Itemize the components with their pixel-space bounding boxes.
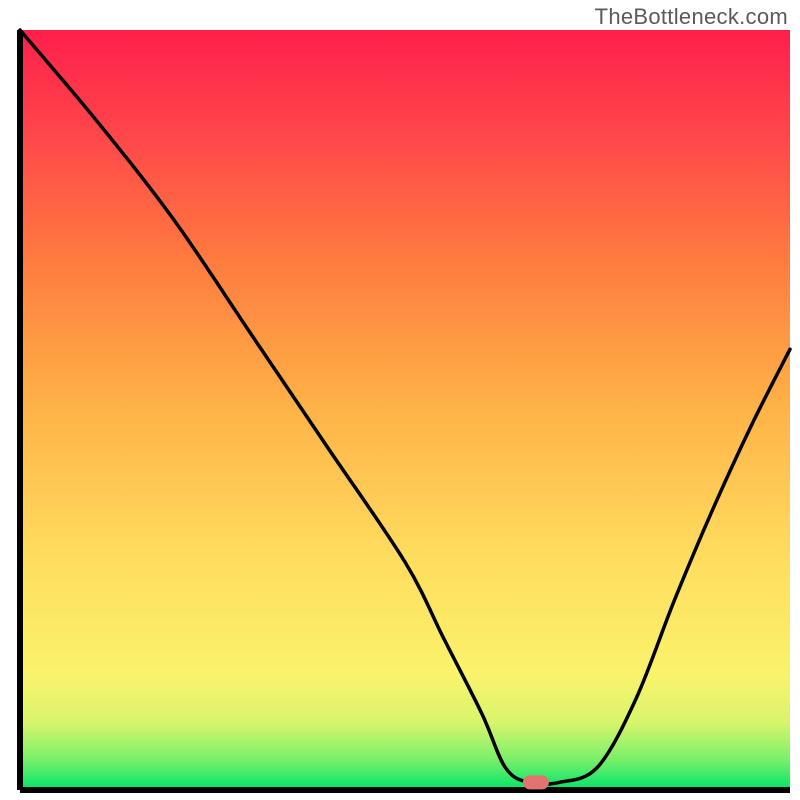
- plot-background: [20, 30, 790, 790]
- bottleneck-chart: [0, 0, 800, 800]
- chart-svg: [0, 0, 800, 800]
- optimal-marker: [523, 775, 549, 789]
